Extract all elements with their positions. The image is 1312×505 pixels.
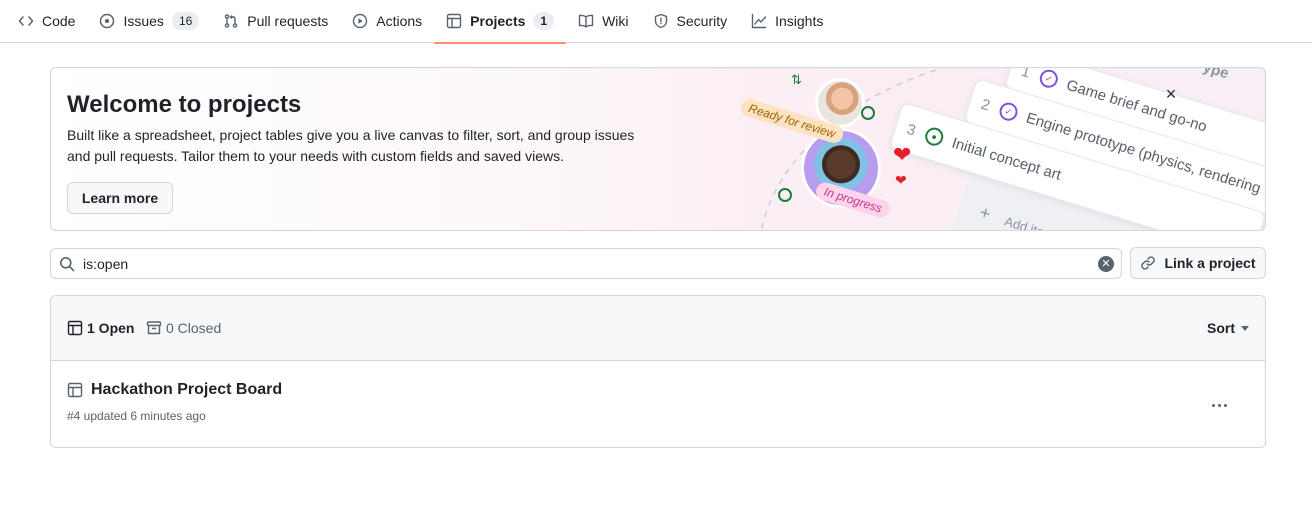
graph-icon: [751, 13, 767, 29]
tab-label: Insights: [775, 13, 824, 29]
sort-dropdown[interactable]: Sort: [1207, 320, 1249, 336]
shield-icon: [653, 13, 669, 29]
sort-label: Sort: [1207, 320, 1235, 336]
search-icon: [59, 256, 75, 272]
open-filter[interactable]: 1 Open: [67, 320, 134, 336]
search-input[interactable]: [83, 254, 1083, 274]
git-pull-request-icon: ⇅: [791, 72, 802, 87]
tab-label: Wiki: [602, 13, 629, 29]
issue-opened-icon: [778, 188, 792, 202]
tab-label: Code: [42, 13, 76, 29]
project-row: Hackathon Project Board #4 updated 6 min…: [51, 362, 1265, 447]
clear-search-icon[interactable]: ✕: [1098, 256, 1114, 272]
project-title: Hackathon Project Board: [91, 381, 283, 398]
issue-opened-icon: [861, 106, 875, 120]
tab-issues[interactable]: Issues 16: [87, 0, 211, 43]
kebab-horizontal-icon[interactable]: [1205, 391, 1233, 419]
issues-counter: 16: [171, 12, 200, 30]
table-icon: [446, 13, 462, 29]
projects-list-header: 1 Open 0 Closed Sort: [51, 296, 1265, 361]
project-search: ✕: [50, 248, 1122, 279]
banner-description: Built like a spreadsheet, project tables…: [67, 127, 635, 164]
heart-icon: ❤: [893, 142, 912, 167]
link-icon: [1141, 256, 1156, 270]
repo-nav: Code Issues 16 Pull requests Actions Pro…: [0, 0, 1312, 44]
heart-icon: ❤: [895, 172, 907, 188]
tab-label: Security: [676, 13, 728, 29]
projects-counter: 1: [533, 12, 555, 30]
archive-icon: [146, 321, 162, 335]
project-title-link[interactable]: Hackathon Project Board: [67, 381, 282, 399]
tab-security[interactable]: Security: [641, 0, 740, 43]
projects-list: 1 Open 0 Closed Sort Hackathon Project B…: [50, 295, 1266, 448]
welcome-banner: Welcome to projects Built like a spreads…: [50, 67, 1266, 231]
row-number: 1: [1019, 68, 1033, 82]
link-project-label: Link a project: [1164, 255, 1256, 271]
banner-title: Welcome to projects: [67, 91, 302, 118]
book-icon: [578, 13, 594, 29]
tab-actions[interactable]: Actions: [340, 0, 434, 43]
tab-projects[interactable]: Projects 1: [434, 0, 567, 44]
play-icon: [352, 13, 368, 29]
git-pull-request-icon: [223, 13, 239, 29]
link-project-button[interactable]: Link a project: [1130, 247, 1266, 279]
tab-code[interactable]: Code: [6, 0, 87, 43]
open-count-label: 1 Open: [87, 320, 135, 336]
row-number: 2: [979, 95, 993, 115]
table-icon: [67, 320, 83, 336]
tab-label: Issues: [123, 13, 164, 29]
table-icon: [67, 382, 83, 398]
row-number: 3: [904, 120, 918, 139]
tab-insights[interactable]: Insights: [739, 0, 835, 43]
closed-count-label: 0 Closed: [166, 320, 222, 336]
tab-label: Pull requests: [247, 13, 329, 29]
issue-opened-icon: [99, 13, 115, 29]
triangle-down-icon: [1241, 325, 1249, 331]
tab-wiki[interactable]: Wiki: [566, 0, 640, 43]
code-icon: [18, 13, 34, 29]
tab-label: Actions: [376, 13, 423, 29]
learn-more-button[interactable]: Learn more: [67, 182, 173, 214]
project-meta: #4 updated 6 minutes ago: [67, 409, 206, 423]
tab-pull-requests[interactable]: Pull requests: [211, 0, 340, 43]
close-icon[interactable]: ×: [1163, 85, 1179, 103]
tab-label: Projects: [470, 13, 526, 29]
closed-filter[interactable]: 0 Closed: [146, 320, 221, 336]
